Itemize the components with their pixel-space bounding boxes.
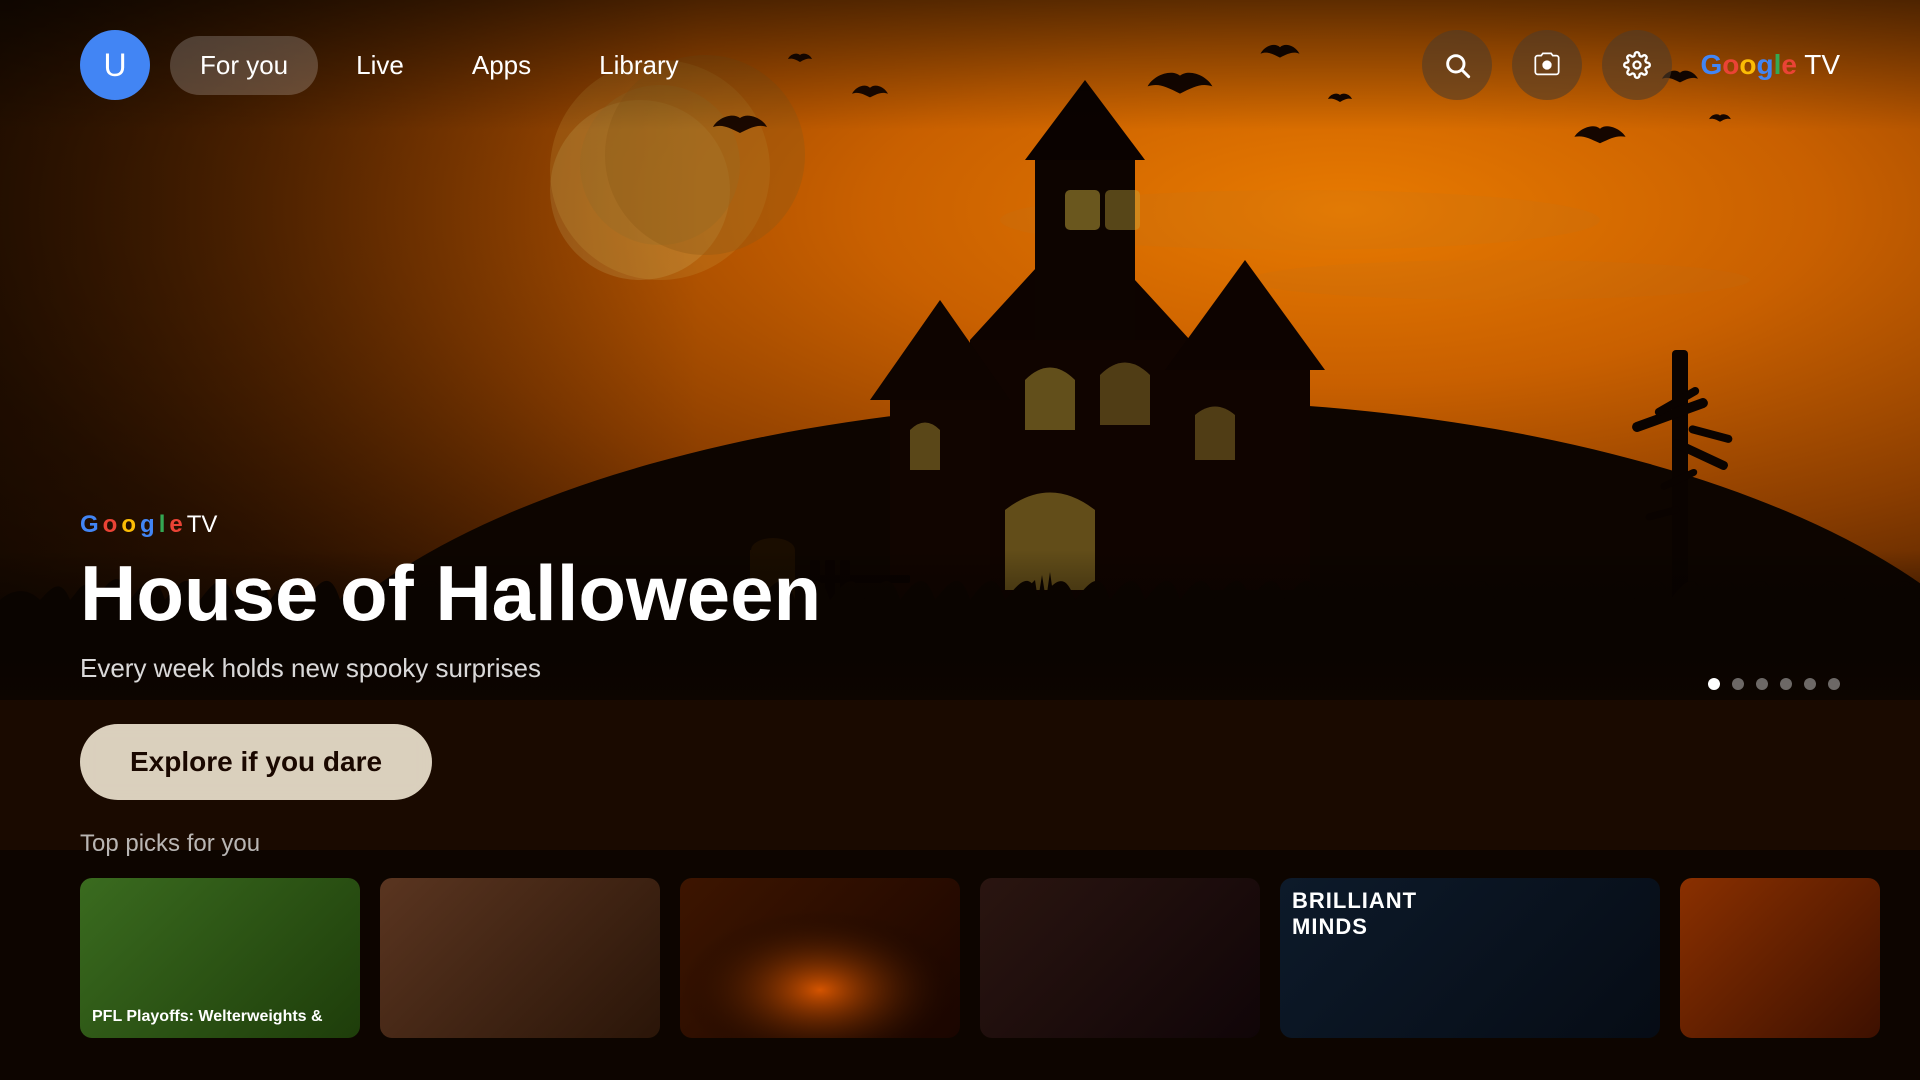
hero-brand: Google TV xyxy=(80,511,821,539)
hero-subtitle: Every week holds new spooky surprises xyxy=(80,653,821,684)
carousel-dot-2[interactable] xyxy=(1732,678,1744,690)
search-button[interactable] xyxy=(1422,30,1492,100)
carousel-dot-4[interactable] xyxy=(1780,678,1792,690)
carousel-dot-1[interactable] xyxy=(1708,678,1720,690)
explore-button[interactable]: Explore if you dare xyxy=(80,724,432,800)
user-avatar[interactable]: U xyxy=(80,30,150,100)
card-6[interactable] xyxy=(1680,878,1880,1038)
settings-button[interactable] xyxy=(1602,30,1672,100)
header-right: Google TV xyxy=(1422,30,1840,100)
carousel-dot-5[interactable] xyxy=(1804,678,1816,690)
camera-icon xyxy=(1533,51,1561,79)
card-3-art xyxy=(680,878,960,1038)
carousel-dot-6[interactable] xyxy=(1828,678,1840,690)
carousel-dot-3[interactable] xyxy=(1756,678,1768,690)
header: U For you Live Apps Library xyxy=(0,0,1920,130)
google-tv-header-label: Google TV xyxy=(1700,49,1840,81)
tab-apps[interactable]: Apps xyxy=(442,36,561,95)
cards-row: PFL Playoffs: Welterweights & BRILLIANTM… xyxy=(80,878,1840,1038)
hero-title: House of Halloween xyxy=(80,551,821,637)
camera-button[interactable] xyxy=(1512,30,1582,100)
card-brilliant-minds[interactable]: BRILLIANTMINDS xyxy=(1280,878,1660,1038)
hero-content: Google TV House of Halloween Every week … xyxy=(80,511,821,800)
tab-for-you[interactable]: For you xyxy=(170,36,318,95)
carousel-dots xyxy=(1708,678,1840,690)
tab-live[interactable]: Live xyxy=(326,36,434,95)
bottom-section: Top picks for you PFL Playoffs: Welterwe… xyxy=(0,820,1920,1080)
card-pfl-playoffs[interactable]: PFL Playoffs: Welterweights & xyxy=(80,878,360,1038)
search-icon xyxy=(1443,51,1471,79)
card-3[interactable] xyxy=(680,878,960,1038)
nav-tabs: For you Live Apps Library xyxy=(170,36,709,95)
card-label-5: BRILLIANTMINDS xyxy=(1292,888,1417,941)
card-2[interactable] xyxy=(380,878,660,1038)
section-title: Top picks for you xyxy=(80,820,1840,858)
gear-icon xyxy=(1623,51,1651,79)
card-4[interactable] xyxy=(980,878,1260,1038)
card-label-1: PFL Playoffs: Welterweights & xyxy=(92,1007,323,1028)
tab-library[interactable]: Library xyxy=(569,36,708,95)
